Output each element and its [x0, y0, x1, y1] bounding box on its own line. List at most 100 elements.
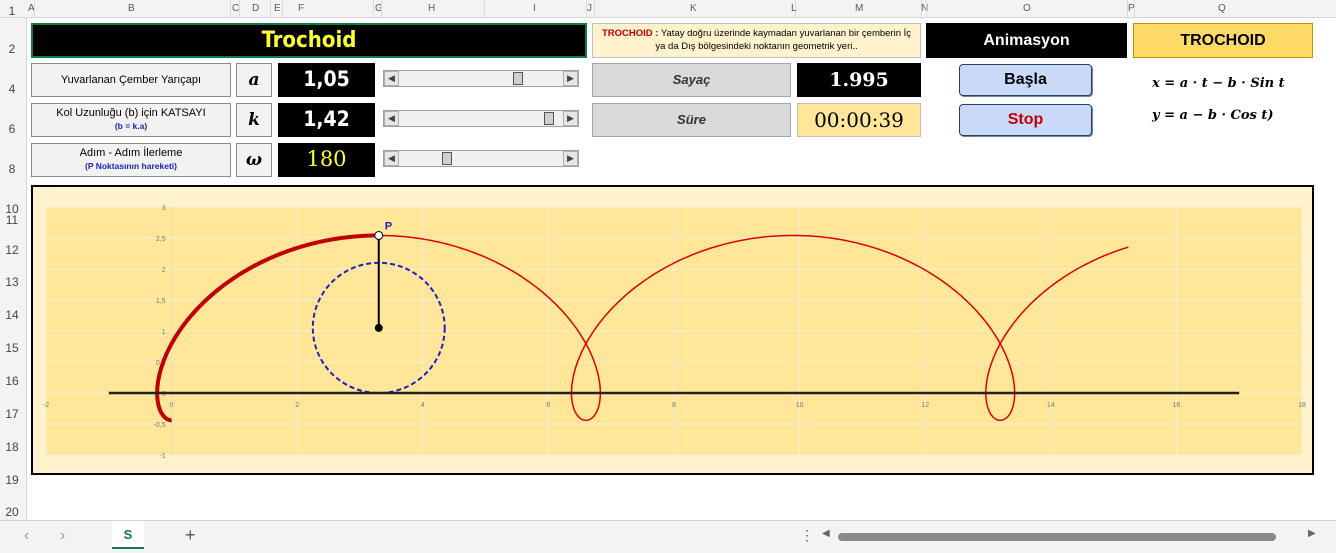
description-highlight: TROCHOID :	[601, 28, 659, 39]
page-title: Trochoid	[261, 28, 357, 53]
column-header-O[interactable]: O	[1023, 3, 1031, 14]
chevron-right-icon[interactable]: ›	[60, 527, 65, 545]
row-header[interactable]: 11	[0, 213, 24, 227]
x-tick-label: 16	[1173, 402, 1181, 409]
param-value-omega[interactable]: 180	[278, 143, 375, 177]
column-header-I[interactable]: I	[533, 3, 536, 14]
start-button-label: Başla	[1004, 71, 1047, 88]
param-symbol-text: ω	[245, 150, 263, 170]
param-value-text: 1,05	[303, 67, 350, 91]
y-tick-label: -1	[159, 453, 165, 460]
column-header-B[interactable]: B	[128, 3, 135, 14]
column-header-D[interactable]: D	[252, 3, 259, 14]
slider-thumb[interactable]	[512, 72, 523, 85]
trochoid-label-text: TROCHOID	[1180, 32, 1266, 49]
formula-y: y = a − b · Cos t)	[1152, 108, 1274, 123]
column-header-Q[interactable]: Q	[1218, 3, 1226, 14]
counter-label: Sayaç	[592, 63, 791, 97]
column-header-L[interactable]: L	[791, 3, 797, 14]
column-header-H[interactable]: H	[428, 3, 435, 14]
row-header[interactable]: 12	[0, 243, 24, 257]
animation-label: Animasyon	[926, 23, 1127, 58]
x-tick-label: 10	[796, 402, 804, 409]
row-header[interactable]: 18	[0, 440, 24, 454]
y-tick-label: 1	[162, 329, 166, 336]
column-header-N[interactable]: N	[921, 3, 928, 14]
sheet-tab-bar: ‹ › S + ⋮ ◀ ▶	[0, 520, 1336, 553]
trochoid-label: TROCHOID	[1133, 23, 1313, 58]
scroll-left-icon[interactable]: ◀	[822, 528, 830, 539]
slider-left-icon[interactable]: ◀	[384, 71, 399, 86]
slider-left-icon[interactable]: ◀	[384, 151, 399, 166]
param-symbol-text: k	[248, 110, 260, 130]
slider-omega[interactable]: ◀ ▶	[383, 150, 579, 167]
param-value-text: 180	[306, 147, 347, 171]
param-symbol-text: a	[248, 70, 260, 90]
param-sub-text: (P Noktasının hareketi)	[85, 161, 177, 171]
slider-thumb[interactable]	[442, 152, 453, 165]
stop-button[interactable]: Stop	[959, 104, 1092, 136]
start-button[interactable]: Başla	[959, 64, 1092, 96]
slider-right-icon[interactable]: ▶	[563, 111, 578, 126]
row-header[interactable]: 4	[0, 82, 24, 96]
param-label-radius: Yuvarlanan Çember Yarıçapı	[31, 63, 231, 97]
x-tick-label: 14	[1047, 402, 1055, 409]
column-header-E[interactable]: E	[274, 3, 281, 14]
y-tick-label: 3	[162, 205, 166, 212]
row-header[interactable]: 15	[0, 341, 24, 355]
param-value-k[interactable]: 1,42	[278, 103, 375, 137]
x-tick-label: 2	[295, 402, 299, 409]
row-header[interactable]: 8	[0, 162, 24, 176]
param-label-text: Adım - Adım İlerleme	[79, 147, 183, 159]
x-tick-label: 4	[421, 402, 425, 409]
slider-k[interactable]: ◀ ▶	[383, 110, 579, 127]
counter-value-text: 1.995	[829, 69, 889, 91]
slider-a[interactable]: ◀ ▶	[383, 70, 579, 87]
param-symbol-a: a	[236, 63, 272, 97]
row-header[interactable]: 1	[0, 4, 24, 18]
scroll-right-icon[interactable]: ▶	[1308, 528, 1316, 539]
column-header-M[interactable]: M	[855, 3, 863, 14]
column-header-K[interactable]: K	[690, 3, 697, 14]
column-header-bar: A B C D E F G H I J K L M N O P Q	[0, 0, 1336, 18]
slider-left-icon[interactable]: ◀	[384, 111, 399, 126]
row-header[interactable]: 19	[0, 473, 24, 487]
duration-value-text: 00:00:39	[814, 108, 904, 132]
plus-icon[interactable]: +	[185, 525, 196, 546]
chevron-left-icon[interactable]: ‹	[24, 527, 29, 545]
param-symbol-k: k	[236, 103, 272, 137]
column-header-J[interactable]: J	[587, 3, 592, 14]
param-value-text: 1,42	[303, 107, 350, 131]
row-header[interactable]: 2	[0, 42, 24, 56]
animation-label-text: Animasyon	[983, 32, 1070, 49]
formula-x-text: x = a · t − b · Sin t	[1152, 76, 1285, 91]
row-header[interactable]: 14	[0, 308, 24, 322]
more-vertical-icon[interactable]: ⋮	[800, 527, 814, 544]
title-cell[interactable]: Trochoid	[31, 23, 587, 58]
slider-right-icon[interactable]: ▶	[563, 151, 578, 166]
sheet-tab[interactable]: S	[112, 521, 144, 549]
slider-right-icon[interactable]: ▶	[563, 71, 578, 86]
scroll-thumb[interactable]	[838, 533, 1276, 541]
param-label-arm: Kol Uzunluğu (b) için KATSAYI (b = k.a)	[31, 103, 231, 137]
counter-value: 1.995	[797, 63, 921, 97]
x-tick-label: 6	[546, 402, 550, 409]
duration-label-text: Süre	[677, 112, 706, 127]
slider-thumb[interactable]	[543, 112, 554, 125]
row-header[interactable]: 17	[0, 407, 24, 421]
row-header[interactable]: 13	[0, 275, 24, 289]
description-box: TROCHOID : Yatay doğru üzerinde kaymadan…	[592, 23, 921, 58]
row-header[interactable]: 6	[0, 122, 24, 136]
param-value-a[interactable]: 1,05	[278, 63, 375, 97]
row-header[interactable]: 16	[0, 374, 24, 388]
duration-label: Süre	[592, 103, 791, 137]
param-symbol-omega: ω	[236, 143, 272, 177]
horizontal-scrollbar[interactable]: ◀ ▶	[822, 528, 1322, 544]
param-sub-text: (b = k.a)	[114, 121, 148, 131]
column-header-F[interactable]: F	[298, 3, 304, 14]
x-tick-label: 12	[921, 402, 929, 409]
chart-frame: -2024681012141618-1-0,500,511,522,53P	[31, 185, 1314, 475]
row-header[interactable]: 20	[0, 505, 24, 519]
formula-x: x = a · t − b · Sin t	[1152, 76, 1285, 91]
y-tick-label: 2,5	[156, 236, 166, 243]
